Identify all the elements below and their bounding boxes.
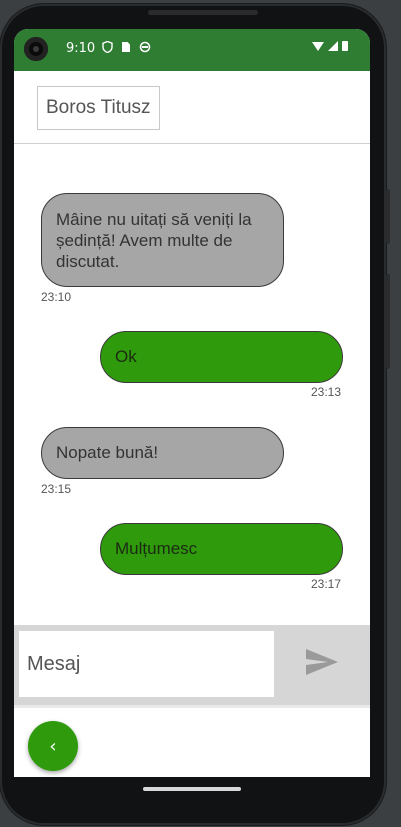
battery-icon — [342, 41, 348, 51]
sync-icon — [139, 41, 151, 56]
message-bubble-incoming: Nopate bună! — [41, 427, 284, 479]
wifi-icon — [312, 41, 324, 51]
status-bar: 9:10 — [14, 29, 370, 71]
send-button[interactable] — [304, 647, 340, 681]
screen: 9:10 Boros Titusz Mâine nu uitați să ven… — [14, 29, 370, 777]
message-bubble-outgoing: Ok — [100, 331, 343, 383]
sim-card-icon — [121, 41, 131, 56]
contact-name: Boros Titusz — [37, 86, 160, 130]
status-right-icons — [312, 41, 348, 51]
message-time: 23:10 — [41, 290, 72, 304]
message-list[interactable]: Mâine nu uitați să veniți la ședință! Av… — [14, 144, 370, 624]
message-composer — [14, 625, 370, 705]
front-camera — [24, 37, 48, 61]
status-left-icons — [102, 40, 151, 56]
phone-frame: 9:10 Boros Titusz Mâine nu uitați să ven… — [0, 4, 390, 825]
earpiece — [148, 10, 258, 15]
message-time: 23:15 — [41, 482, 72, 496]
home-indicator[interactable] — [143, 787, 241, 791]
message-time: 23:13 — [311, 385, 342, 399]
message-bubble-outgoing: Mulțumesc — [100, 523, 343, 575]
power-button — [386, 189, 390, 244]
status-time: 9:10 — [66, 41, 96, 56]
chevron-left-icon: ‹ — [49, 735, 57, 757]
send-icon — [306, 649, 338, 675]
shield-icon — [102, 40, 113, 56]
signal-icon — [328, 41, 338, 51]
message-time: 23:17 — [311, 577, 342, 591]
chat-header: Boros Titusz — [14, 71, 370, 144]
message-input[interactable] — [19, 631, 274, 697]
message-bubble-incoming: Mâine nu uitați să veniți la ședință! Av… — [41, 193, 284, 287]
back-button[interactable]: ‹ — [28, 721, 78, 771]
volume-button — [386, 274, 390, 369]
